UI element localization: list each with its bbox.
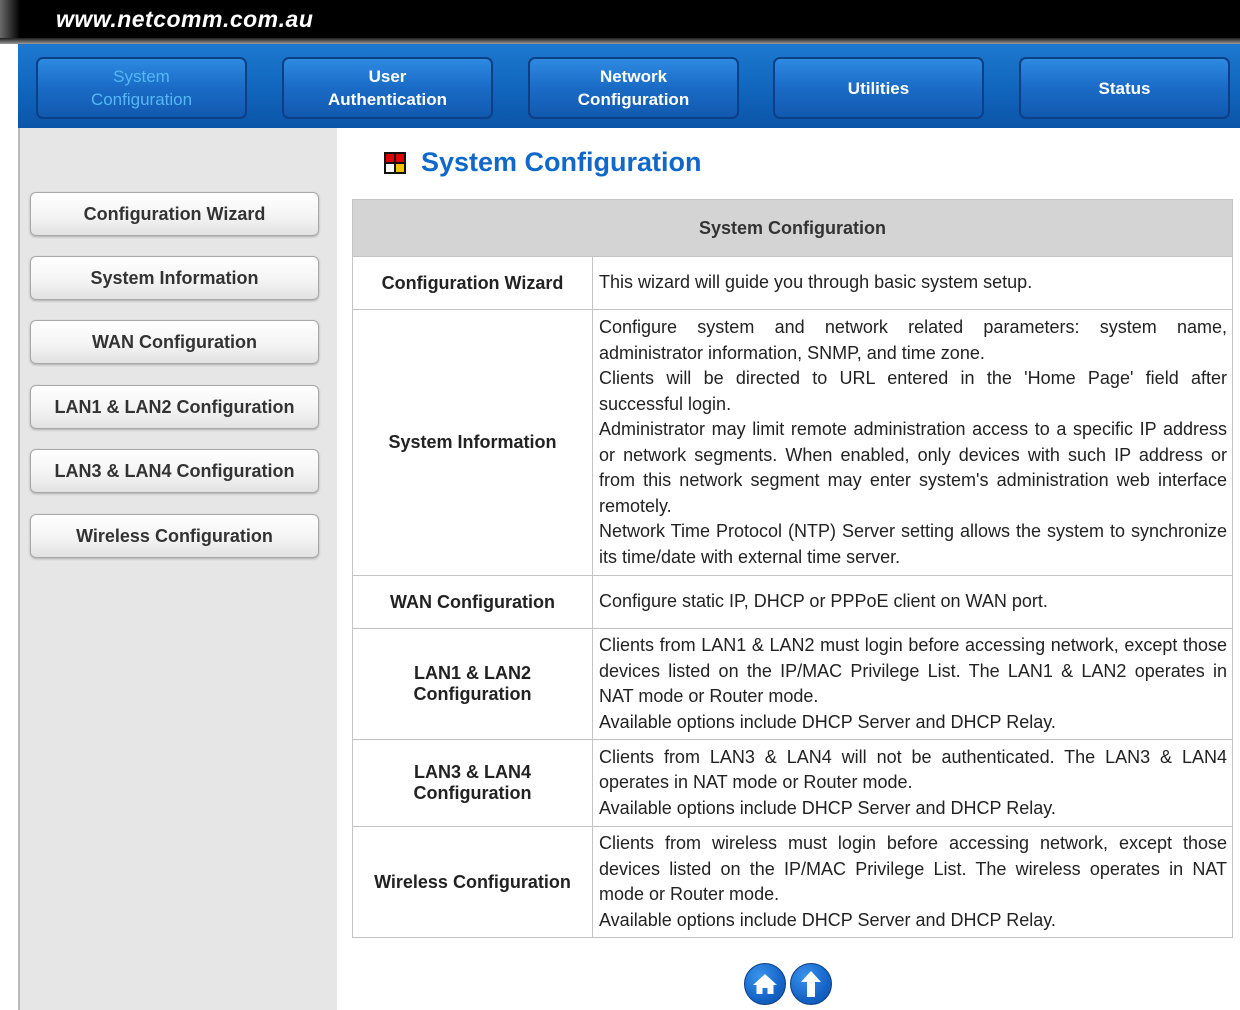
desc-line: Clients from wireless must login before …: [599, 833, 1228, 904]
desc-line: Configure static IP, DHCP or PPPoE clien…: [599, 591, 1048, 612]
row-desc: Clients from LAN3 & LAN4 will not be aut…: [591, 739, 1234, 827]
row-label-lan3-lan4-configuration[interactable]: LAN3 & LAN4 Configuration: [352, 739, 593, 827]
desc-line: Available options include DHCP Server an…: [599, 909, 1056, 930]
desc-line: Clients will be directed to URL entered …: [599, 368, 1228, 414]
desc-line: Clients from LAN3 & LAN4 will not be aut…: [599, 746, 1228, 793]
row-desc: Configure static IP, DHCP or PPPoE clien…: [591, 575, 1234, 629]
page-title: System Configuration: [384, 147, 702, 178]
desc-line: Administrator may limit remote administr…: [599, 419, 1228, 516]
desc-line: Clients from LAN1 & LAN2 must login befo…: [599, 635, 1228, 706]
sidebar-item-configuration-wizard[interactable]: Configuration Wizard: [30, 192, 319, 236]
row-desc: Clients from wireless must login before …: [591, 826, 1234, 938]
desc-line: This wizard will guide you through basic…: [599, 272, 1033, 293]
desc-line: Available options include DHCP Server an…: [599, 711, 1056, 732]
nav-label-line1: System: [113, 67, 170, 86]
window-grid-icon: [384, 151, 406, 174]
nav-user-authentication[interactable]: User Authentication: [282, 57, 493, 119]
nav-label: Status: [1098, 78, 1151, 98]
home-button[interactable]: [744, 963, 786, 1005]
sidebar-item-wireless-configuration[interactable]: Wireless Configuration: [30, 514, 319, 558]
main-nav: System Configuration User Authentication N…: [18, 44, 1240, 128]
table-row: System Information Configure system and …: [352, 309, 1234, 576]
row-desc: Configure system and network related par…: [591, 309, 1234, 576]
nav-label-line2: Configuration: [90, 90, 193, 109]
row-desc: Clients from LAN1 & LAN2 must login befo…: [591, 628, 1234, 740]
sidebar-item-label: WAN Configuration: [92, 331, 257, 352]
nav-utilities[interactable]: Utilities: [773, 57, 984, 119]
sidebar-item-label: System Information: [90, 267, 259, 288]
nav-label: Utilities: [847, 78, 910, 98]
table-row: LAN1 & LAN2 Configuration Clients from L…: [352, 628, 1234, 740]
desc-line: Available options include DHCP Server an…: [599, 797, 1056, 818]
up-button[interactable]: [790, 963, 832, 1005]
row-desc: This wizard will guide you through basic…: [591, 256, 1234, 310]
nav-label-line2: Authentication: [328, 90, 447, 109]
table-header-row: System Configuration: [351, 199, 1234, 257]
desc-line: Configure system and network related par…: [599, 317, 1228, 363]
bottom-nav-icons: [744, 963, 832, 1005]
nav-status[interactable]: Status: [1019, 57, 1230, 119]
sidebar-item-label: Wireless Configuration: [76, 525, 273, 546]
row-label-configuration-wizard[interactable]: Configuration Wizard: [352, 256, 593, 310]
table-row: WAN Configuration Configure static IP, D…: [352, 575, 1234, 629]
nav-network-configuration[interactable]: Network Configuration: [528, 57, 739, 119]
table-row: Configuration Wizard This wizard will gu…: [352, 256, 1234, 310]
page-title-text: System Configuration: [421, 147, 702, 177]
system-configuration-table: System Configuration Configuration Wizar…: [351, 199, 1234, 938]
sidebar-item-lan3-lan4-configuration[interactable]: LAN3 & LAN4 Configuration: [30, 449, 319, 493]
site-url-logo: www.netcomm.com.au: [56, 6, 314, 32]
sidebar-item-label: Configuration Wizard: [83, 203, 266, 224]
nav-label-line1: Network: [599, 67, 668, 86]
table-row: Wireless Configuration Clients from wire…: [352, 826, 1234, 938]
sidebar-item-label: LAN1 & LAN2 Configuration: [54, 396, 295, 417]
home-icon: [753, 974, 777, 994]
row-label-wan-configuration[interactable]: WAN Configuration: [352, 575, 593, 629]
up-arrow-icon: [801, 971, 821, 997]
sidebar-item-label: LAN3 & LAN4 Configuration: [54, 460, 295, 481]
row-label-system-information[interactable]: System Information: [352, 309, 593, 576]
top-header-bar: www.netcomm.com.au: [0, 0, 1240, 44]
table-header: System Configuration: [351, 199, 1234, 257]
desc-line: Network Time Protocol (NTP) Server setti…: [599, 521, 1228, 567]
nav-label-line2: Configuration: [577, 90, 690, 109]
sidebar-item-wan-configuration[interactable]: WAN Configuration: [30, 320, 319, 364]
row-label-lan1-lan2-configuration[interactable]: LAN1 & LAN2 Configuration: [352, 628, 593, 740]
sidebar-item-lan1-lan2-configuration[interactable]: LAN1 & LAN2 Configuration: [30, 385, 319, 429]
nav-label-line1: User: [368, 67, 407, 86]
table-row: LAN3 & LAN4 Configuration Clients from L…: [352, 739, 1234, 827]
nav-system-configuration[interactable]: System Configuration: [36, 57, 247, 119]
sidebar: Configuration Wizard System Information …: [18, 128, 337, 1010]
row-label-wireless-configuration[interactable]: Wireless Configuration: [352, 826, 593, 938]
sidebar-item-system-information[interactable]: System Information: [30, 256, 319, 300]
